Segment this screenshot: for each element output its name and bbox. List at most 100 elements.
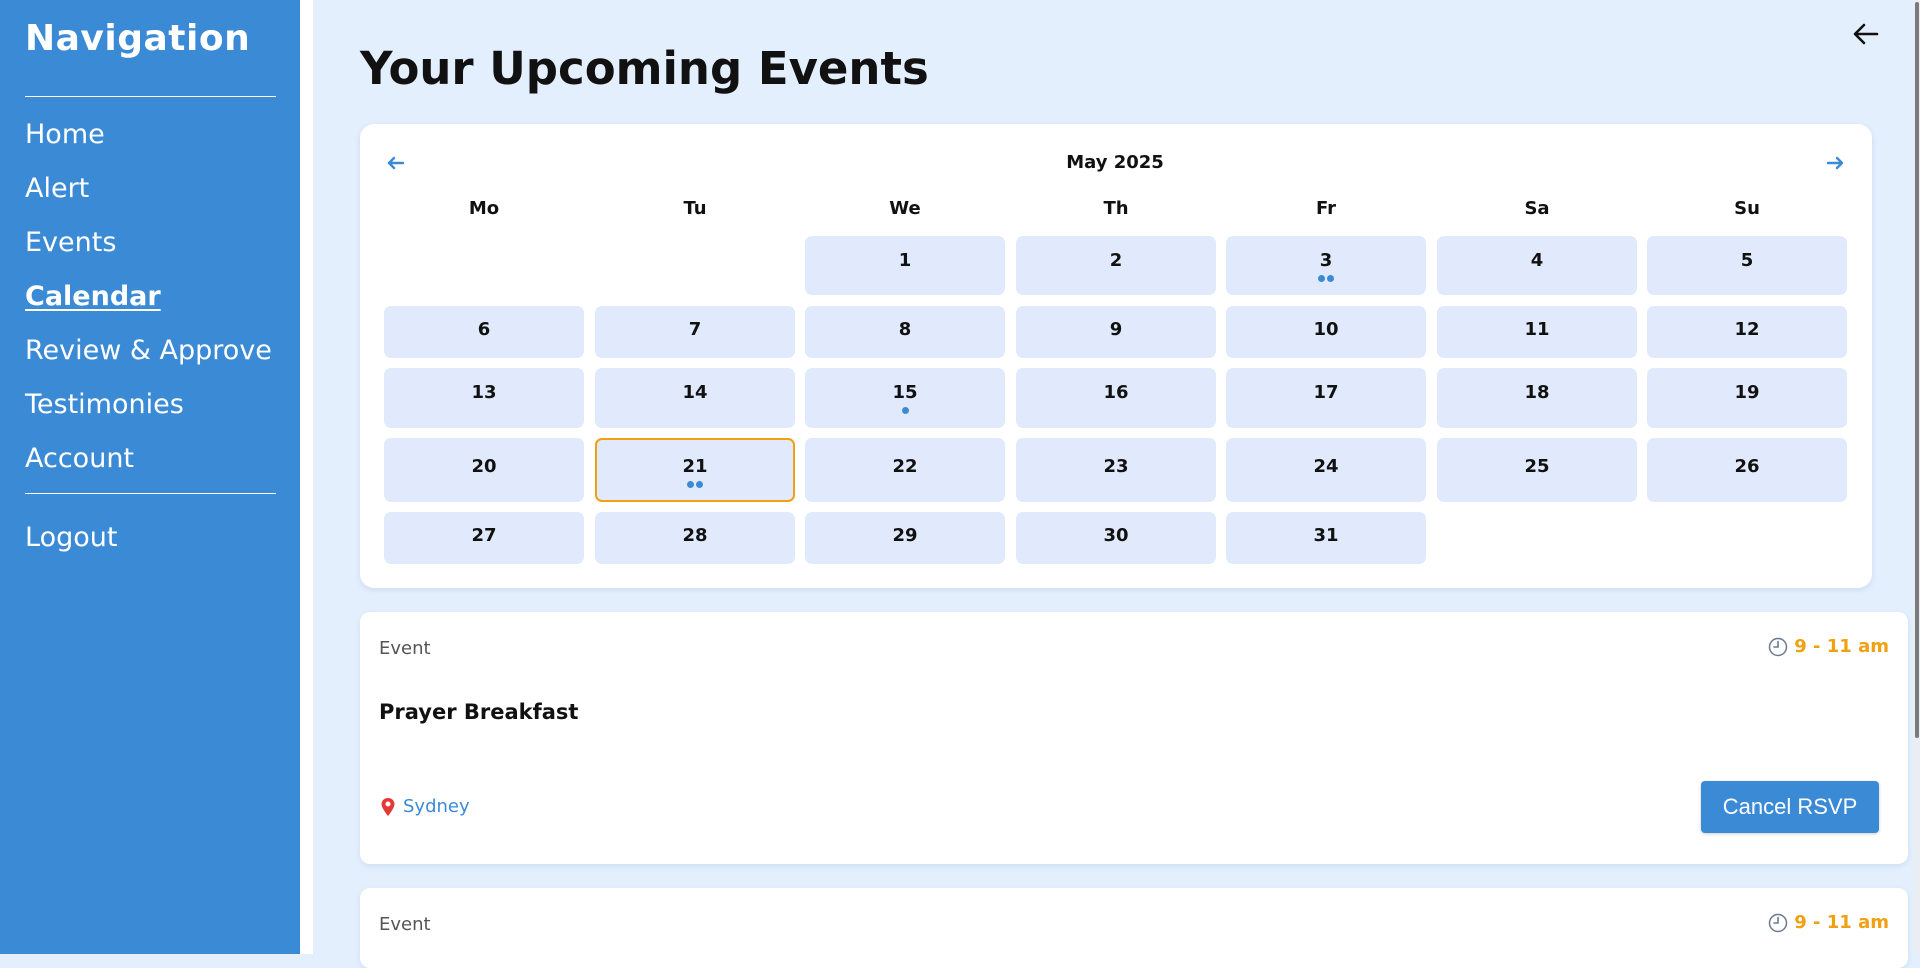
event-time-label: 9 - 11 am [1794,636,1889,657]
scrollbar-thumb[interactable] [1915,2,1919,738]
sidebar-item-account[interactable]: Account [25,443,134,475]
calendar-day[interactable]: 15 [805,368,1005,428]
page-title: Your Upcoming Events [360,42,929,95]
calendar-day[interactable]: 5 [1647,236,1847,295]
day-number: 29 [892,525,918,546]
calendar-month-label: May 2025 [1066,152,1164,173]
sidebar: Navigation Home Alert Events Calendar Re… [0,0,300,954]
day-number: 2 [1109,250,1123,271]
weekday-label: Su [1734,198,1760,219]
event-dot [687,481,694,488]
event-dot [696,481,703,488]
day-number: 26 [1734,456,1760,477]
calendar-day[interactable]: 2 [1016,236,1216,295]
weekday-label: Mo [468,198,500,219]
calendar-day[interactable]: 26 [1647,438,1847,502]
day-number: 9 [1109,319,1123,340]
calendar-day[interactable]: 20 [384,438,584,502]
day-number: 24 [1313,456,1339,477]
calendar-day[interactable]: 22 [805,438,1005,502]
calendar-day[interactable]: 18 [1437,368,1637,428]
calendar-day[interactable]: 8 [805,306,1005,358]
event-indicator [1226,275,1426,282]
calendar-day[interactable]: 28 [595,512,795,564]
calendar-day[interactable]: 14 [595,368,795,428]
sidebar-item-review-approve[interactable]: Review & Approve [25,335,272,367]
sidebar-item-testimonies[interactable]: Testimonies [25,389,184,421]
sidebar-divider [25,493,276,494]
calendar-day[interactable]: 1 [805,236,1005,295]
event-location: Sydney [379,796,470,817]
sidebar-title: Navigation [25,18,251,59]
event-type: Event [379,638,431,659]
location-pin-icon [381,797,395,816]
day-number: 10 [1313,319,1339,340]
calendar-day[interactable]: 25 [1437,438,1637,502]
calendar-day-selected[interactable]: 21 [595,438,795,502]
calendar-day[interactable]: 6 [384,306,584,358]
calendar-day[interactable]: 17 [1226,368,1426,428]
day-number: 28 [682,525,708,546]
day-number: 15 [892,382,918,403]
sidebar-item-events[interactable]: Events [25,227,116,259]
calendar-day[interactable]: 24 [1226,438,1426,502]
day-number: 27 [471,525,497,546]
event-dot [1318,275,1325,282]
calendar-day[interactable]: 12 [1647,306,1847,358]
day-number: 12 [1734,319,1760,340]
day-number: 31 [1313,525,1339,546]
calendar-day[interactable]: 16 [1016,368,1216,428]
day-number: 11 [1524,319,1550,340]
event-card: Event 9 - 11 am Prayer Breakfast Sydney … [360,612,1908,864]
calendar-day[interactable]: 9 [1016,306,1216,358]
event-time: 9 - 11 am [1768,912,1889,933]
clock-icon [1769,913,1788,932]
prev-month-arrow-icon[interactable] [383,150,409,176]
calendar-day[interactable]: 10 [1226,306,1426,358]
sidebar-divider [25,96,276,97]
day-number: 30 [1103,525,1129,546]
calendar-day[interactable]: 11 [1437,306,1637,358]
calendar-day[interactable]: 4 [1437,236,1637,295]
cancel-rsvp-button[interactable]: Cancel RSVP [1701,781,1879,833]
day-number: 5 [1740,250,1754,271]
calendar-day[interactable]: 30 [1016,512,1216,564]
sidebar-item-alert[interactable]: Alert [25,173,89,205]
day-number: 18 [1524,382,1550,403]
next-month-arrow-icon[interactable] [1822,150,1848,176]
day-number: 21 [682,456,708,477]
weekday-label: Fr [1315,198,1337,219]
calendar-day[interactable]: 31 [1226,512,1426,564]
event-time: 9 - 11 am [1768,636,1889,657]
event-time-label: 9 - 11 am [1794,912,1889,933]
day-number: 4 [1530,250,1544,271]
event-dot [901,407,909,414]
back-arrow-icon[interactable] [1848,16,1884,52]
weekday-label: Sa [1524,198,1550,219]
day-number: 25 [1524,456,1550,477]
day-number: 22 [892,456,918,477]
calendar-day[interactable]: 7 [595,306,795,358]
calendar-day[interactable]: 23 [1016,438,1216,502]
sidebar-item-calendar[interactable]: Calendar [25,281,161,313]
calendar-day[interactable]: 3 [1226,236,1426,295]
calendar-day[interactable]: 29 [805,512,1005,564]
day-number: 3 [1319,250,1333,271]
event-location-label[interactable]: Sydney [403,796,470,817]
calendar-day[interactable]: 13 [384,368,584,428]
sidebar-item-home[interactable]: Home [25,119,105,151]
day-number: 6 [477,319,491,340]
day-number: 19 [1734,382,1760,403]
weekday-label: Th [1103,198,1129,219]
event-card: Event 9 - 11 am [360,888,1908,968]
day-number: 13 [471,382,497,403]
event-dot [1327,275,1334,282]
event-indicator [805,407,1005,414]
day-number: 7 [688,319,702,340]
calendar-day[interactable]: 19 [1647,368,1847,428]
sidebar-item-logout[interactable]: Logout [25,522,117,554]
weekday-label: We [889,198,921,219]
calendar-day[interactable]: 27 [384,512,584,564]
day-number: 1 [898,250,912,271]
event-type: Event [379,914,431,935]
